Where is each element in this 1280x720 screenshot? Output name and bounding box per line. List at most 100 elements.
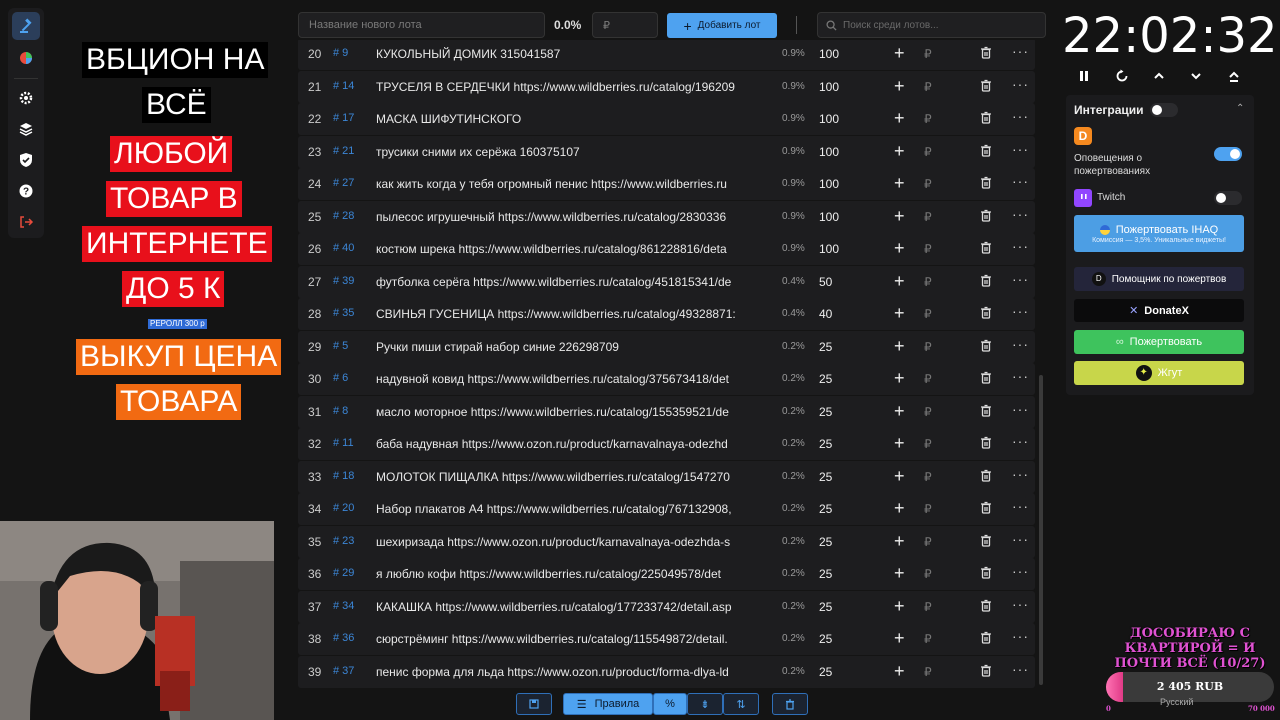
plus-icon[interactable]: + bbox=[894, 531, 905, 552]
lot-amount[interactable]: 100 bbox=[819, 47, 839, 61]
trash-icon[interactable] bbox=[980, 501, 992, 517]
lot-title[interactable]: костюм шрека https://www.wildberries.ru/… bbox=[376, 242, 760, 256]
delete-all-icon[interactable] bbox=[772, 693, 808, 715]
lot-id-tag[interactable]: # 29 bbox=[333, 567, 354, 579]
plus-icon[interactable]: + bbox=[894, 368, 905, 389]
trash-icon[interactable] bbox=[980, 79, 992, 95]
trash-icon[interactable] bbox=[980, 664, 992, 680]
lot-title[interactable]: как жить когда у тебя огромный пенис htt… bbox=[376, 177, 760, 191]
chevron-up-icon[interactable] bbox=[1149, 66, 1169, 86]
donation-alerts-toggle[interactable] bbox=[1214, 147, 1242, 161]
trash-icon[interactable] bbox=[980, 404, 992, 420]
chevron-down-icon[interactable] bbox=[1186, 66, 1206, 86]
plus-icon[interactable]: + bbox=[894, 466, 905, 487]
lot-id-tag[interactable]: # 23 bbox=[333, 535, 354, 547]
more-options-icon[interactable]: ··· bbox=[1012, 466, 1029, 482]
lot-row[interactable]: 37 # 34 КАКАШКА https://www.wildberries.ru… bbox=[298, 590, 1035, 623]
lot-title[interactable]: КАКАШКА https://www.wildberries.ru/catal… bbox=[376, 600, 760, 614]
twitch-toggle[interactable] bbox=[1214, 191, 1242, 205]
ruble-icon[interactable]: ₽ bbox=[924, 470, 932, 484]
plus-icon[interactable]: + bbox=[894, 596, 905, 617]
lot-amount[interactable]: 25 bbox=[819, 600, 832, 614]
ruble-icon[interactable]: ₽ bbox=[924, 80, 932, 94]
lot-title[interactable]: надувной ковид https://www.wildberries.r… bbox=[376, 372, 760, 386]
zhgut-button[interactable]: ✦ Жгут bbox=[1074, 361, 1244, 385]
lot-id-tag[interactable]: # 9 bbox=[333, 47, 348, 59]
lot-title[interactable]: пенис форма для льда https://www.ozon.ru… bbox=[376, 665, 760, 679]
lot-title[interactable]: КУКОЛЬНЫЙ ДОМИК 315041587 bbox=[376, 47, 760, 61]
lot-title[interactable]: футболка серёга https://www.wildberries.… bbox=[376, 275, 760, 289]
lot-title[interactable]: Ручки пиши стирай набор синие 226298709 bbox=[376, 340, 760, 354]
more-options-icon[interactable]: ··· bbox=[1012, 238, 1029, 254]
trash-icon[interactable] bbox=[980, 339, 992, 355]
lot-title[interactable]: сюрстрёминг https://www.wildberries.ru/c… bbox=[376, 632, 760, 646]
lot-id-tag[interactable]: # 34 bbox=[333, 600, 354, 612]
trash-icon[interactable] bbox=[980, 566, 992, 582]
more-options-icon[interactable]: ··· bbox=[1012, 43, 1029, 59]
shield-icon[interactable] bbox=[12, 146, 40, 174]
lot-amount[interactable]: 25 bbox=[819, 665, 832, 679]
trash-icon[interactable] bbox=[980, 144, 992, 160]
ruble-icon[interactable]: ₽ bbox=[924, 567, 932, 581]
chart-pie-icon[interactable] bbox=[12, 44, 40, 72]
lot-title[interactable]: шехиризада https://www.ozon.ru/product/k… bbox=[376, 535, 760, 549]
more-options-icon[interactable]: ··· bbox=[1012, 531, 1029, 547]
lot-id-tag[interactable]: # 20 bbox=[333, 502, 354, 514]
more-options-icon[interactable]: ··· bbox=[1012, 433, 1029, 449]
more-options-icon[interactable]: ··· bbox=[1012, 498, 1029, 514]
lot-title[interactable]: МАСКА ШИФУТИНСКОГО bbox=[376, 112, 760, 126]
lot-amount[interactable]: 50 bbox=[819, 275, 832, 289]
more-options-icon[interactable]: ··· bbox=[1012, 596, 1029, 612]
lot-title[interactable]: масло моторное https://www.wildberries.r… bbox=[376, 405, 760, 419]
plus-icon[interactable]: + bbox=[894, 206, 905, 227]
lot-row[interactable]: 34 # 20 Набор плакатов А4 https://www.wild… bbox=[298, 493, 1035, 525]
lot-row[interactable]: 38 # 36 сюрстрёминг https://www.wildberrie… bbox=[298, 623, 1035, 655]
lot-amount[interactable]: 25 bbox=[819, 567, 832, 581]
lot-id-tag[interactable]: # 17 bbox=[333, 112, 354, 124]
trash-icon[interactable] bbox=[980, 436, 992, 452]
more-options-icon[interactable]: ··· bbox=[1012, 401, 1029, 417]
search-input[interactable]: Поиск среди лотов... bbox=[817, 12, 1046, 38]
lot-amount[interactable]: 40 bbox=[819, 307, 832, 321]
lot-id-tag[interactable]: # 28 bbox=[333, 210, 354, 222]
auction-icon[interactable] bbox=[12, 12, 40, 40]
lot-id-tag[interactable]: # 27 bbox=[333, 177, 354, 189]
lot-row[interactable]: 35 # 23 шехиризада https://www.ozon.ru/pro… bbox=[298, 525, 1035, 558]
save-icon[interactable] bbox=[516, 693, 552, 715]
ruble-icon[interactable]: ₽ bbox=[924, 112, 932, 126]
lot-id-tag[interactable]: # 14 bbox=[333, 80, 354, 92]
more-options-icon[interactable]: ··· bbox=[1012, 303, 1029, 319]
plus-icon[interactable]: + bbox=[894, 173, 905, 194]
lot-row[interactable]: 26 # 40 костюм шрека https://www.wildberri… bbox=[298, 233, 1035, 265]
trash-icon[interactable] bbox=[980, 534, 992, 550]
lot-title[interactable]: СВИНЬЯ ГУСЕНИЦА https://www.wildberries.… bbox=[376, 307, 760, 321]
price-input[interactable]: ₽ bbox=[592, 12, 658, 38]
donation-helper-button[interactable]: D Помощник по пожертвов bbox=[1074, 267, 1244, 291]
lot-id-tag[interactable]: # 36 bbox=[333, 632, 354, 644]
plus-icon[interactable]: + bbox=[894, 43, 905, 64]
plus-icon[interactable]: + bbox=[894, 498, 905, 519]
lot-row[interactable]: 29 # 5 Ручки пиши стирай набор синие 22629… bbox=[298, 330, 1035, 363]
chevron-up-icon[interactable]: ⌃ bbox=[1236, 103, 1244, 114]
more-options-icon[interactable]: ··· bbox=[1012, 76, 1029, 92]
lot-id-tag[interactable]: # 37 bbox=[333, 665, 354, 677]
lot-id-tag[interactable]: # 35 bbox=[333, 307, 354, 319]
plus-icon[interactable]: + bbox=[894, 271, 905, 292]
lot-amount[interactable]: 25 bbox=[819, 405, 832, 419]
lot-title[interactable]: баба надувная https://www.ozon.ru/produc… bbox=[376, 437, 760, 451]
plus-icon[interactable]: + bbox=[894, 563, 905, 584]
lot-amount[interactable]: 25 bbox=[819, 502, 832, 516]
lot-row[interactable]: 25 # 28 пылесос игрушечный https://www.wil… bbox=[298, 200, 1035, 233]
lot-title[interactable]: я люблю кофи https://www.wildberries.ru/… bbox=[376, 567, 760, 581]
logout-icon[interactable] bbox=[12, 208, 40, 236]
ruble-icon[interactable]: ₽ bbox=[924, 437, 932, 451]
ruble-icon[interactable]: ₽ bbox=[924, 145, 932, 159]
lot-amount[interactable]: 100 bbox=[819, 112, 839, 126]
lot-row[interactable]: 20 # 9 КУКОЛЬНЫЙ ДОМИК 315041587 0.9% 100 + ₽ ·… bbox=[298, 40, 1035, 70]
lot-row[interactable]: 31 # 8 масло моторное https://www.wildberr… bbox=[298, 395, 1035, 428]
chevron-double-up-icon[interactable] bbox=[1224, 66, 1244, 86]
plus-icon[interactable]: + bbox=[894, 401, 905, 422]
ruble-icon[interactable]: ₽ bbox=[924, 275, 932, 289]
pause-icon[interactable] bbox=[1074, 66, 1094, 86]
lot-id-tag[interactable]: # 40 bbox=[333, 242, 354, 254]
